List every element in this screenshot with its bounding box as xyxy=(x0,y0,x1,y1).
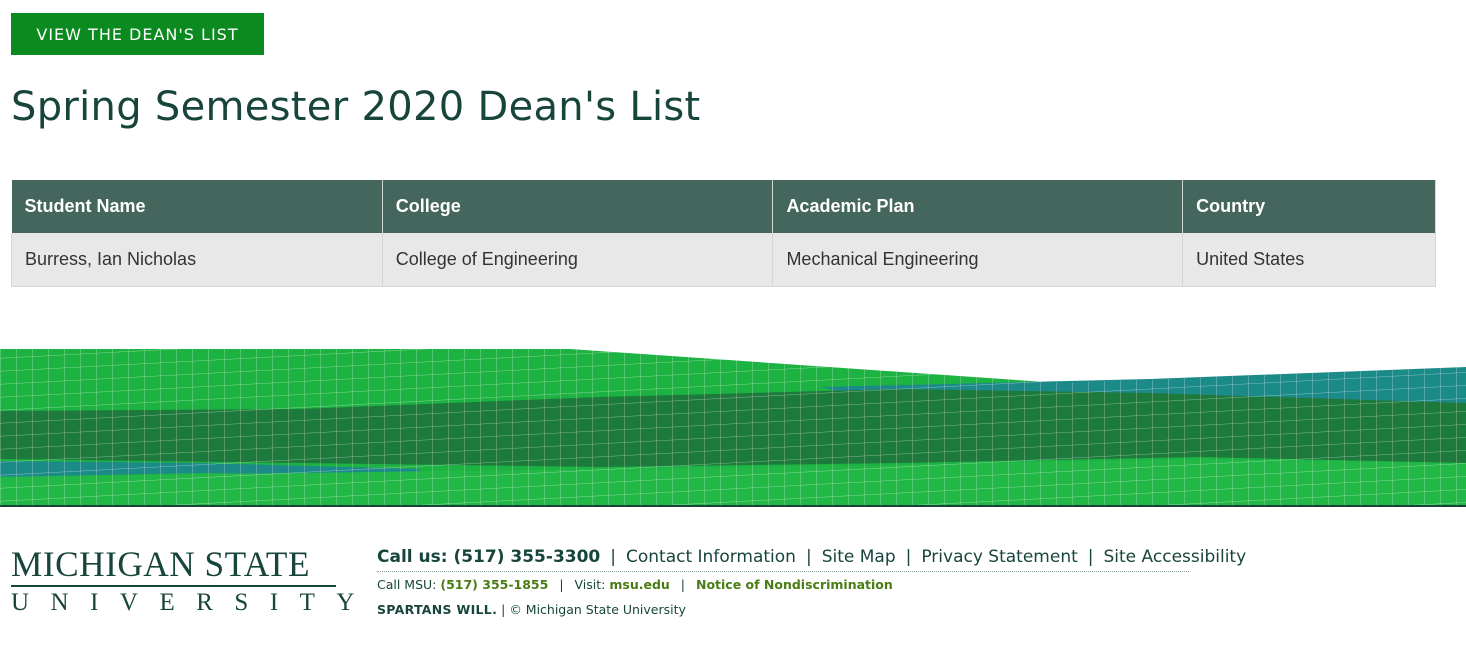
site-map-link[interactable]: Site Map xyxy=(822,547,896,567)
logo-wordmark-bottom: UNIVERSITY xyxy=(11,589,376,616)
table-row: Burress, Ian Nicholas College of Enginee… xyxy=(11,233,1436,287)
divider: | xyxy=(680,577,685,592)
nondiscrimination-link[interactable]: Notice of Nondiscrimination xyxy=(696,577,893,592)
cell-country: United States xyxy=(1182,233,1436,287)
decorative-wave-banner xyxy=(0,349,1466,507)
cell-student-name: Burress, Ian Nicholas xyxy=(11,233,383,287)
copyright-text: © Michigan State University xyxy=(509,602,686,617)
logo-wordmark-top: MICHIGAN STATE xyxy=(11,544,311,584)
call-msu-label: Call MSU: xyxy=(377,577,437,592)
spartans-will-tagline: SPARTANS WILL. xyxy=(377,602,498,617)
call-msu-number-link[interactable]: (517) 355-1855 xyxy=(440,577,548,592)
page-title: Spring Semester 2020 Dean's List xyxy=(11,84,701,130)
column-header-student-name[interactable]: Student Name xyxy=(11,180,383,233)
deans-list-table: Student Name College Academic Plan Count… xyxy=(11,180,1436,287)
divider: | xyxy=(905,547,912,567)
divider: | xyxy=(1087,547,1094,567)
column-header-academic-plan[interactable]: Academic Plan xyxy=(772,180,1184,233)
divider: | xyxy=(501,602,506,617)
privacy-statement-link[interactable]: Privacy Statement xyxy=(921,547,1077,567)
msu-edu-link[interactable]: msu.edu xyxy=(609,577,669,592)
site-accessibility-link[interactable]: Site Accessibility xyxy=(1104,547,1247,567)
site-footer: MICHIGAN STATE UNIVERSITY Call us: (517)… xyxy=(0,505,1466,670)
dotted-divider xyxy=(377,571,1189,572)
contact-information-link[interactable]: Contact Information xyxy=(626,547,796,567)
column-header-college[interactable]: College xyxy=(382,180,774,233)
footer-links: Call us: (517) 355-3300 | Contact Inform… xyxy=(377,547,1246,617)
divider: | xyxy=(559,577,564,592)
cell-academic-plan: Mechanical Engineering xyxy=(772,233,1184,287)
visit-label: Visit: xyxy=(574,577,606,592)
call-us-link[interactable]: Call us: (517) 355-3300 xyxy=(377,547,600,567)
cell-college: College of Engineering xyxy=(382,233,774,287)
column-header-country[interactable]: Country xyxy=(1182,180,1436,233)
view-deans-list-button[interactable]: VIEW THE DEAN'S LIST xyxy=(11,13,264,55)
divider: | xyxy=(610,547,616,567)
table-header-row: Student Name College Academic Plan Count… xyxy=(11,180,1436,233)
msu-logo[interactable]: MICHIGAN STATE UNIVERSITY xyxy=(11,544,376,619)
divider: | xyxy=(805,547,812,567)
